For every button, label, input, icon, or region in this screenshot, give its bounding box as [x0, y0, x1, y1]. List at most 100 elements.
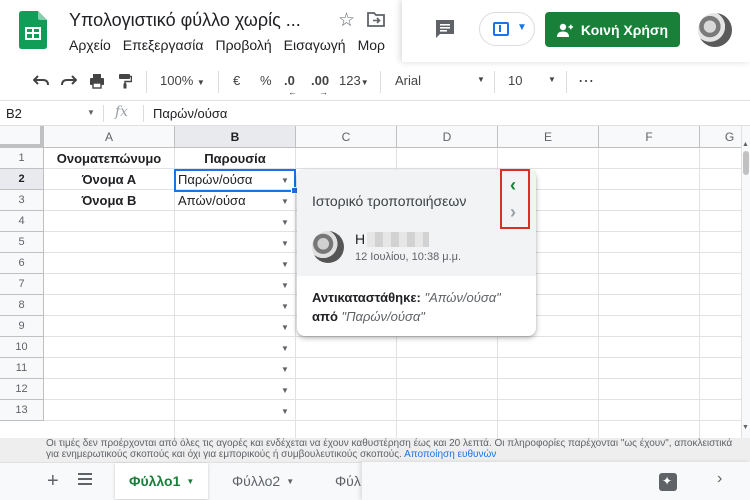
- row-header-3[interactable]: 3: [0, 190, 44, 211]
- select-all-corner[interactable]: [0, 126, 44, 148]
- share-button[interactable]: Κοινή Χρήση: [545, 12, 680, 47]
- decrease-decimal-button[interactable]: .0 ←: [284, 73, 297, 97]
- paint-format-icon[interactable]: [118, 73, 132, 89]
- present-icon: [493, 22, 509, 36]
- move-to-folder-icon[interactable]: [367, 11, 385, 27]
- active-cell-selection: [174, 169, 296, 192]
- dropdown-chevron-icon[interactable]: ▼: [281, 323, 289, 332]
- formula-input[interactable]: Παρών/ούσα: [153, 106, 227, 121]
- menu-edit[interactable]: Επεξεργασία: [117, 37, 210, 53]
- row-header-1[interactable]: 1: [0, 148, 44, 169]
- column-header-b[interactable]: B: [175, 126, 296, 148]
- add-sheet-icon[interactable]: +: [47, 470, 59, 493]
- row-header-12[interactable]: 12: [0, 379, 44, 400]
- percent-format-button[interactable]: %: [260, 73, 272, 88]
- menu-view[interactable]: Προβολή: [209, 37, 277, 53]
- scroll-up-icon[interactable]: ▲: [742, 141, 749, 148]
- chevron-down-icon[interactable]: ▼: [186, 477, 194, 486]
- row-header-6[interactable]: 6: [0, 253, 44, 274]
- menu-insert[interactable]: Εισαγωγή: [278, 37, 352, 53]
- chevron-left-icon[interactable]: ‹: [510, 175, 516, 196]
- name-box[interactable]: B2: [6, 106, 22, 121]
- print-icon[interactable]: [89, 73, 105, 89]
- sheet-tab-1[interactable]: Φύλλο1 ▼: [115, 463, 209, 499]
- row-header-4[interactable]: 4: [0, 211, 44, 232]
- dropdown-chevron-icon[interactable]: ▼: [281, 302, 289, 311]
- menu-format[interactable]: Μορ: [352, 37, 391, 53]
- edit-timestamp: 12 Ιουλίου, 10:38 μ.μ.: [355, 251, 462, 263]
- disclaimer-text: Οι τιμές δεν προέρχονται από όλες τις αγ…: [46, 438, 733, 460]
- user-avatar[interactable]: [698, 13, 732, 47]
- menu-bar: Αρχείο Επεξεργασία Προβολή Εισαγωγή Μορ: [63, 37, 400, 53]
- chevron-right-icon[interactable]: ›: [717, 470, 722, 488]
- toolbar: 100% ▼ € % .0 ← .00 → 123▼ Arial ▼ 10 ▼ ⋯: [0, 62, 750, 101]
- old-value: "Παρών/ούσα": [341, 309, 425, 324]
- cell-a1[interactable]: Ονοματεπώνυμο: [44, 148, 174, 169]
- cell-b3[interactable]: Απών/ούσα: [175, 190, 285, 211]
- explore-icon[interactable]: [659, 473, 677, 491]
- share-label: Κοινή Χρήση: [580, 21, 669, 38]
- column-header-g[interactable]: G: [700, 126, 741, 148]
- font-size-select[interactable]: 10 ▼: [508, 73, 560, 88]
- replaced-label: Αντικαταστάθηκε:: [312, 290, 421, 305]
- more-options-icon[interactable]: ⋯: [578, 71, 594, 91]
- row-header-13[interactable]: 13: [0, 400, 44, 421]
- currency-format-button[interactable]: €: [233, 73, 240, 88]
- dropdown-chevron-icon[interactable]: ▼: [281, 386, 289, 395]
- change-description: Αντικαταστάθηκε: "Απών/ούσα" από "Παρών/…: [312, 288, 527, 326]
- column-header-e[interactable]: E: [498, 126, 599, 148]
- new-value: "Απών/ούσα": [424, 290, 501, 305]
- dropdown-chevron-icon[interactable]: ▼: [281, 239, 289, 248]
- sheets-logo-icon[interactable]: [19, 11, 47, 49]
- dropdown-chevron-icon[interactable]: ▼: [281, 365, 289, 374]
- column-header-d[interactable]: D: [397, 126, 498, 148]
- row-header-5[interactable]: 5: [0, 232, 44, 253]
- dropdown-chevron-icon[interactable]: ▼: [281, 197, 289, 206]
- cell-a3[interactable]: Όνομα Β: [44, 190, 174, 211]
- more-formats-select[interactable]: 123▼: [339, 73, 369, 88]
- row-header-7[interactable]: 7: [0, 274, 44, 295]
- sheet-tab-3[interactable]: Φύλ: [321, 463, 362, 499]
- comment-history-icon[interactable]: [434, 18, 456, 40]
- scrollbar-thumb[interactable]: [743, 151, 749, 175]
- chevron-down-icon[interactable]: ▼: [87, 108, 95, 117]
- row-header-9[interactable]: 9: [0, 316, 44, 337]
- font-select[interactable]: Arial ▼: [395, 73, 490, 88]
- dropdown-chevron-icon[interactable]: ▼: [281, 281, 289, 290]
- dropdown-chevron-icon[interactable]: ▼: [281, 407, 289, 416]
- from-label: από: [312, 309, 338, 324]
- zoom-select[interactable]: 100% ▼: [160, 73, 205, 88]
- sheet-tab-label: Φύλ: [335, 473, 361, 489]
- disclaimer-link[interactable]: Αποποίηση ευθυνών: [404, 449, 496, 460]
- scroll-down-icon[interactable]: ▼: [742, 424, 749, 431]
- star-icon[interactable]: ☆: [338, 9, 355, 32]
- editor-avatar: [312, 231, 344, 263]
- chevron-down-icon[interactable]: ▼: [517, 22, 527, 33]
- person-icon: [556, 23, 573, 37]
- undo-icon[interactable]: [33, 74, 49, 88]
- row-header-8[interactable]: 8: [0, 295, 44, 316]
- redo-icon[interactable]: [61, 74, 77, 88]
- explore-panel: [362, 462, 750, 500]
- dropdown-chevron-icon[interactable]: ▼: [281, 218, 289, 227]
- increase-decimal-button[interactable]: .00 →: [311, 73, 329, 97]
- column-header-a[interactable]: A: [44, 126, 175, 148]
- function-icon: fx: [115, 104, 129, 120]
- sheet-tab-label: Φύλλο2: [232, 473, 281, 489]
- all-sheets-icon[interactable]: [78, 473, 92, 485]
- sheet-tab-2[interactable]: Φύλλο2 ▼: [218, 463, 308, 499]
- cell-a2[interactable]: Όνομα Α: [44, 169, 174, 190]
- cell-b1[interactable]: Παρουσία: [175, 148, 295, 169]
- chevron-right-icon[interactable]: ›: [510, 202, 516, 223]
- dropdown-chevron-icon[interactable]: ▼: [281, 260, 289, 269]
- present-button[interactable]: ▼: [479, 12, 535, 46]
- dropdown-chevron-icon[interactable]: ▼: [281, 344, 289, 353]
- chevron-down-icon[interactable]: ▼: [286, 477, 294, 486]
- column-header-f[interactable]: F: [599, 126, 700, 148]
- document-title[interactable]: Υπολογιστικό φύλλο χωρίς ...: [69, 10, 301, 31]
- menu-file[interactable]: Αρχείο: [63, 37, 117, 53]
- row-header-11[interactable]: 11: [0, 358, 44, 379]
- row-header-2[interactable]: 2: [0, 169, 44, 190]
- column-header-c[interactable]: C: [296, 126, 397, 148]
- row-header-10[interactable]: 10: [0, 337, 44, 358]
